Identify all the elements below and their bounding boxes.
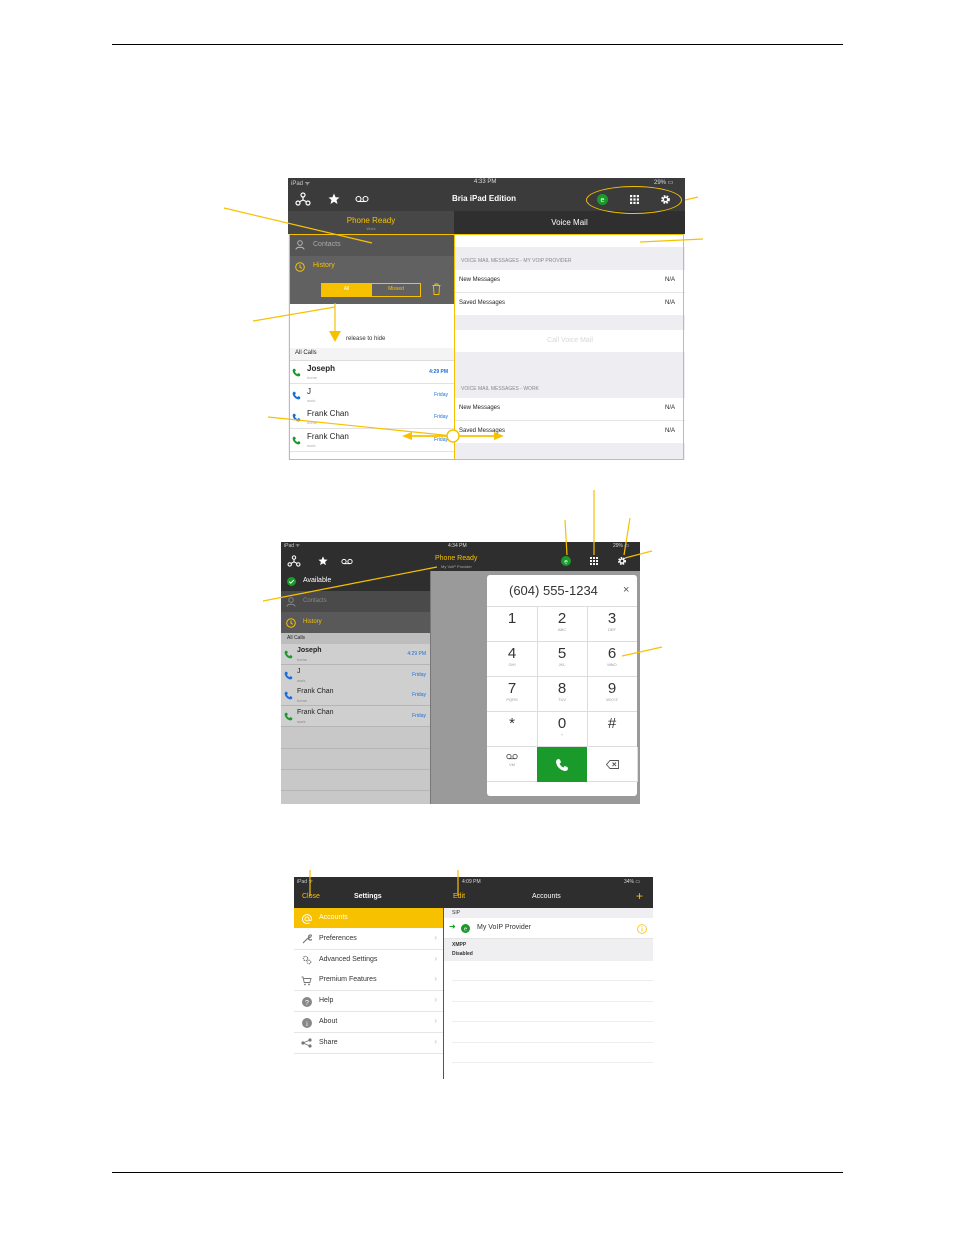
callout-lines [223, 196, 704, 896]
